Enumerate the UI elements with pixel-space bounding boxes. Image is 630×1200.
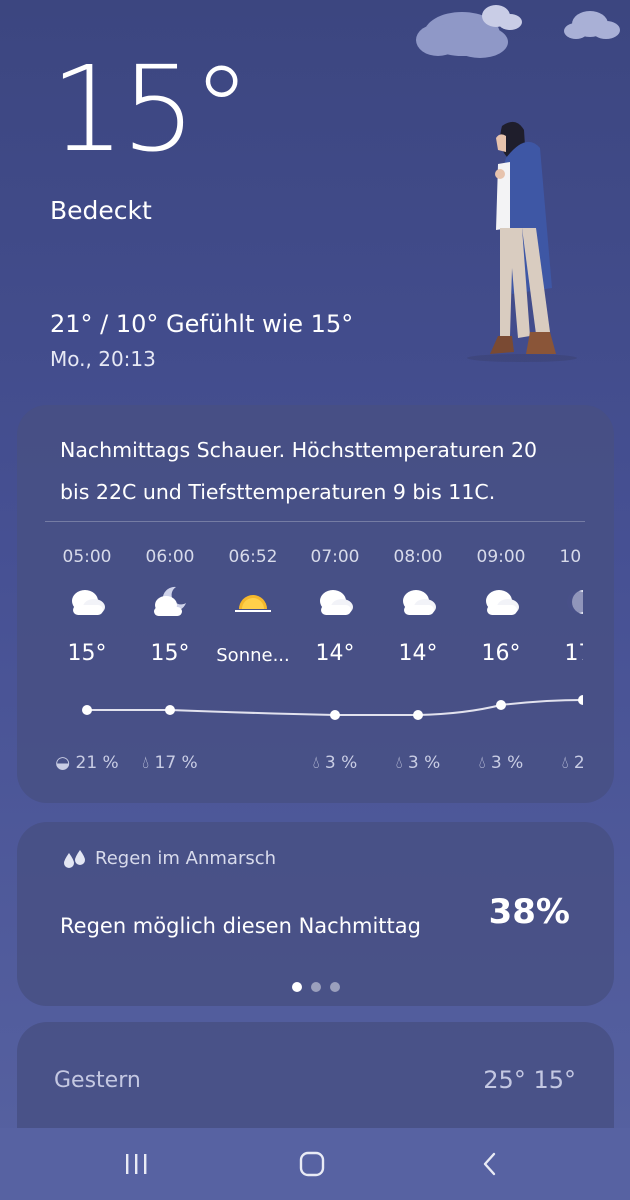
rain-description: Regen möglich diesen Nachmittag	[60, 914, 421, 938]
hour-temperature: 14°	[398, 641, 438, 666]
current-datetime: Mo., 20:13	[50, 347, 156, 371]
hour-time: 05:00	[62, 547, 112, 567]
drop-icon: 💧︎	[478, 753, 486, 773]
hour-precipitation: 💧︎ 3 %	[395, 753, 441, 773]
hour-precipitation: 💧︎ 3 %	[312, 753, 358, 773]
home-button[interactable]	[292, 1148, 332, 1180]
temperature-trend-line	[82, 695, 583, 720]
person-illustration	[467, 121, 577, 362]
half-drop-icon: ◒	[55, 753, 71, 773]
page-dot-active[interactable]	[291, 982, 302, 992]
divider	[45, 521, 585, 522]
page-dot[interactable]	[329, 982, 340, 992]
hour-time: 10:00	[559, 547, 584, 567]
high-low-feels-like: 21° / 10° Gefühlt wie 15°	[50, 310, 354, 338]
back-icon	[483, 1152, 496, 1176]
cloud-icon	[320, 590, 353, 615]
hour-time: 06:52	[228, 547, 278, 567]
cloud-icon	[486, 590, 519, 615]
decorative-clouds	[416, 5, 620, 58]
navigation-bar	[0, 1128, 630, 1200]
hour-temperature: 15°	[67, 641, 107, 666]
hour-precipitation: 💧︎ 2 %	[561, 753, 583, 773]
hour-precipitation: 💧︎ 3 %	[478, 753, 524, 773]
sunrise-label: Sonne...	[216, 645, 290, 666]
hour-precipitation: ◒ 21 %	[55, 753, 119, 773]
moon-icon	[567, 590, 583, 614]
drop-icon: 💧︎	[395, 753, 403, 773]
recents-button[interactable]	[116, 1148, 156, 1180]
cloud-icon	[403, 590, 436, 615]
hour-temperature: 16°	[481, 641, 521, 666]
yesterday-label: Gestern	[54, 1068, 141, 1093]
home-icon	[299, 1151, 325, 1177]
hour-time: 09:00	[476, 547, 526, 567]
hourly-scroll[interactable]: 05:00 15° ◒ 21 % 06:00 15° 💧︎ 17 % 06:52…	[45, 535, 583, 795]
moon-cloud-icon	[154, 586, 186, 616]
page-dot[interactable]	[310, 982, 321, 992]
recents-icon	[126, 1154, 147, 1174]
page-indicator[interactable]	[17, 982, 614, 992]
hour-time: 07:00	[310, 547, 360, 567]
sunrise-icon	[235, 595, 271, 612]
back-button[interactable]	[470, 1148, 510, 1180]
hour-precipitation: 💧︎ 17 %	[142, 753, 198, 773]
rain-probability: 38%	[488, 892, 570, 932]
rain-alert-card[interactable]: Regen im Anmarsch Regen möglich diesen N…	[17, 822, 614, 1006]
current-temperature: 15°	[50, 40, 251, 178]
forecast-summary: Nachmittags Schauer. Höchsttemperaturen …	[60, 438, 538, 504]
yesterday-temperatures: 25° 15°	[483, 1066, 576, 1094]
hour-temperature: 14°	[315, 641, 355, 666]
rain-heading: Regen im Anmarsch	[61, 848, 276, 869]
hour-time: 08:00	[393, 547, 443, 567]
hour-temperature: 15°	[150, 641, 190, 666]
hourly-forecast-card[interactable]: Nachmittags Schauer. Höchsttemperaturen …	[17, 405, 614, 803]
raindrops-icon	[64, 849, 85, 868]
cloud-icon	[72, 590, 105, 615]
hour-temperature: 17°	[564, 641, 584, 666]
current-condition: Bedeckt	[50, 196, 152, 225]
hour-time: 06:00	[145, 547, 195, 567]
drop-icon: 💧︎	[312, 753, 320, 773]
drop-icon: 💧︎	[142, 753, 150, 773]
drop-icon: 💧︎	[561, 753, 569, 773]
